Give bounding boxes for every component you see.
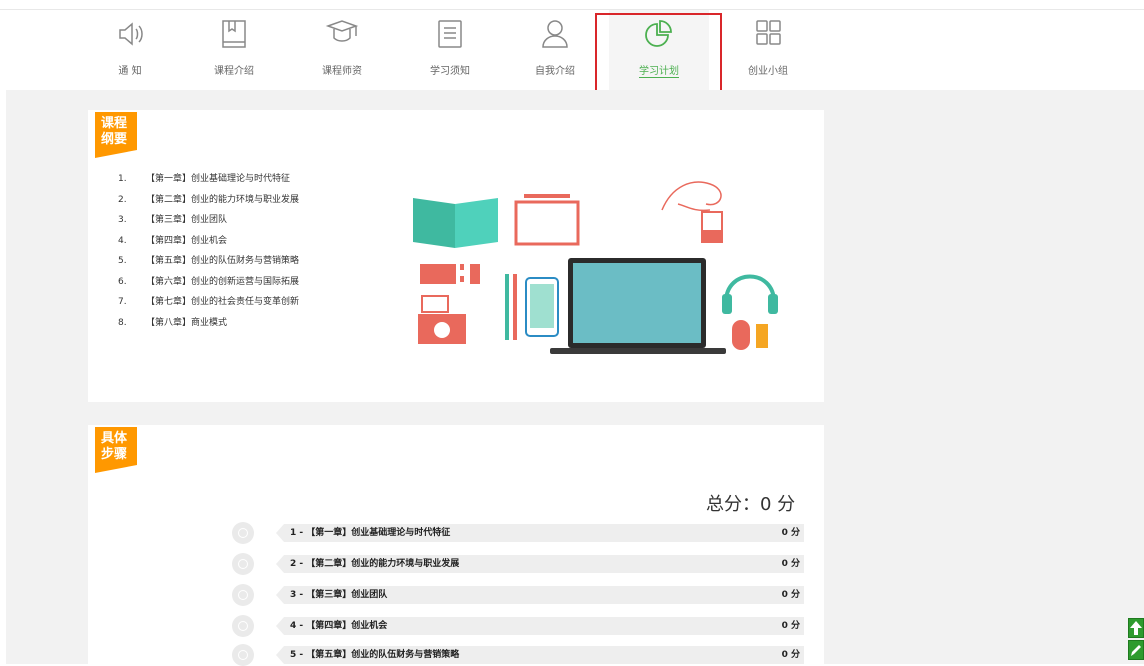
mouse-illustration <box>732 320 768 350</box>
step-bar: 5 - 【第五章】创业的队伍财务与营销策略 0 分 <box>276 646 804 664</box>
step-score: 0 分 <box>781 528 800 538</box>
outline-item: 1. 【第一章】创业基础理论与时代特征 <box>118 174 291 184</box>
nav-label: 学习须知 <box>430 66 470 77</box>
outline-item: 3. 【第三章】创业团队 <box>118 215 228 225</box>
nav-label: 课程师资 <box>322 66 362 77</box>
step-score: 0 分 <box>781 559 800 569</box>
nav-item-notice[interactable]: 通 知 <box>80 10 180 90</box>
step-title: 1 - 【第一章】创业基础理论与时代特征 <box>290 528 451 538</box>
outline-item: 2. 【第二章】创业的能力环境与职业发展 <box>118 194 300 205</box>
nav-label: 通 知 <box>118 66 142 77</box>
step-title: 5 - 【第五章】创业的队伍财务与营销策略 <box>290 650 460 660</box>
step-icon <box>232 644 254 666</box>
user-icon <box>542 20 568 48</box>
book-illustration <box>413 198 498 248</box>
step-bar: 2 - 【第二章】创业的能力环境与职业发展 0 分 <box>276 555 804 573</box>
step-score: 0 分 <box>781 621 800 631</box>
steps-tag: 具体步骤 <box>95 427 137 473</box>
total-score: 总分：0 分 <box>706 494 796 515</box>
nav-item-study-plan[interactable]: 学习计划 <box>609 10 709 90</box>
step-title: 3 - 【第三章】创业团队 <box>290 590 388 600</box>
headphones-illustration <box>722 274 778 314</box>
step-icon <box>232 615 254 637</box>
step-row[interactable]: 5 - 【第五章】创业的队伍财务与营销策略 0 分 <box>232 644 804 666</box>
speaker-icon <box>119 22 143 46</box>
step-row[interactable]: 2 - 【第二章】创业的能力环境与职业发展 0 分 <box>232 553 804 575</box>
phone-illustration <box>525 277 559 337</box>
nav-item-course-intro[interactable]: 课程介绍 <box>184 10 284 90</box>
camera-illustration <box>418 295 466 344</box>
step-bar: 4 - 【第四章】创业机会 0 分 <box>276 617 804 635</box>
step-title: 4 - 【第四章】创业机会 <box>290 621 388 631</box>
outline-item: 5. 【第五章】创业的队伍财务与营销策略 <box>118 256 300 266</box>
pencil-icon <box>1131 645 1141 656</box>
top-nav: 通 知 课程介绍 课程师资 学习须知 自我介绍 学习计划 创业小组 <box>0 10 1144 90</box>
devices-illustration <box>413 181 778 354</box>
outline-item: 7. 【第七章】创业的社会责任与变革创新 <box>118 297 300 307</box>
step-icon <box>232 584 254 606</box>
outline-tag: 课程纲要 <box>95 112 137 158</box>
step-row[interactable]: 4 - 【第四章】创业机会 0 分 <box>232 615 804 637</box>
scroll-top-button[interactable] <box>1128 618 1144 638</box>
nav-item-self-intro[interactable]: 自我介绍 <box>505 10 605 90</box>
step-row[interactable]: 3 - 【第三章】创业团队 0 分 <box>232 584 804 606</box>
step-bar: 1 - 【第一章】创业基础理论与时代特征 0 分 <box>276 524 804 542</box>
nav-item-teachers[interactable]: 课程师资 <box>292 10 392 90</box>
step-title: 2 - 【第二章】创业的能力环境与职业发展 <box>290 559 460 569</box>
pie-chart-icon <box>645 20 672 47</box>
book-icon <box>222 20 246 48</box>
outline-item: 8. 【第八章】商业模式 <box>118 317 228 328</box>
step-bar: 3 - 【第三章】创业团队 0 分 <box>276 586 804 604</box>
arrow-up-icon <box>1130 621 1142 635</box>
earphones-illustration <box>661 181 723 243</box>
outline-item: 6. 【第六章】创业的创新运营与国际拓展 <box>118 276 300 287</box>
outline-list: 1. 【第一章】创业基础理论与时代特征 2. 【第二章】创业的能力环境与职业发展 3… <box>118 174 299 338</box>
nav-label: 创业小组 <box>748 66 788 77</box>
edit-button[interactable] <box>1128 640 1144 660</box>
pen-illustration <box>513 274 517 340</box>
step-icon <box>232 553 254 575</box>
step-icon <box>232 522 254 544</box>
pen-illustration <box>505 274 509 340</box>
grid-icon <box>756 20 781 45</box>
step-row[interactable]: 1 - 【第一章】创业基础理论与时代特征 0 分 <box>232 522 804 544</box>
laptop-illustration <box>550 258 726 354</box>
step-score: 0 分 <box>781 590 800 600</box>
notes-icon <box>438 20 462 48</box>
graduation-cap-icon <box>325 20 359 42</box>
step-score: 0 分 <box>781 650 800 660</box>
nav-item-startup-group[interactable]: 创业小组 <box>718 10 818 90</box>
nav-label: 学习计划 <box>639 66 679 77</box>
nav-label: 自我介绍 <box>535 66 575 77</box>
card-illustration <box>420 264 480 284</box>
nav-item-study-notes[interactable]: 学习须知 <box>400 10 500 90</box>
tablet-illustration <box>514 194 580 246</box>
nav-label: 课程介绍 <box>214 66 254 77</box>
outline-item: 4. 【第四章】创业机会 <box>118 235 228 246</box>
